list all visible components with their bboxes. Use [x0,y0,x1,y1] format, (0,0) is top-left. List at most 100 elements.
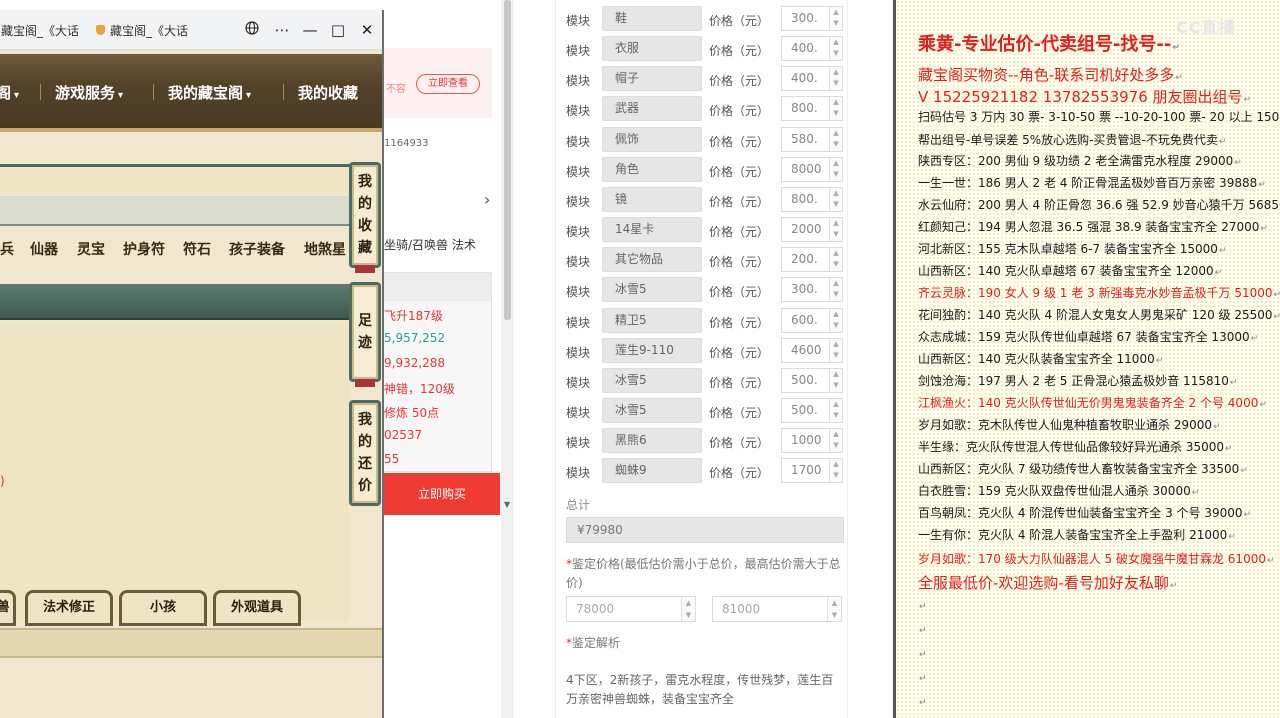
stepper-icon[interactable]: ▲ ▼ [829,97,842,121]
module-name-field: 冰雪5 [602,397,702,423]
paragraph-mark-icon: ↵ [1274,290,1280,300]
price-label: 价格（元） [709,315,770,330]
stepper-icon[interactable]: ▲ ▼ [829,187,842,211]
price-list-document[interactable]: CC直播 乘黄-专业估价-代卖组号-找号--↵ 藏宝阁买物资--角色-联系司机好处… [893,0,1280,718]
globe-icon[interactable] [242,20,262,40]
tab-close-icon[interactable]: ✕ [85,23,86,38]
vertical-scrollbar[interactable]: ▼ [501,0,514,718]
stepper-icon[interactable]: ▲ ▼ [829,7,842,30]
module-name-field: 精卫5 [602,307,702,333]
buy-now-button[interactable]: 立即购买 [384,473,500,515]
card-line: 神错，120级 [384,382,455,396]
price-input[interactable]: 500. ▲ ▼ [781,397,843,423]
view-now-button[interactable]: 立即查看 [416,74,480,94]
close-button[interactable]: ✕ [357,20,377,40]
stepper-icon[interactable]: ▲ ▼ [829,218,842,242]
maximize-button[interactable]: □ [328,20,348,40]
price-input[interactable]: 800. ▲ ▼ [781,96,843,122]
nav-item-game-service[interactable]: 游戏服务 ▾ [55,82,123,103]
scroll-down-icon[interactable]: ▼ [504,500,510,509]
scrollbar-thumb[interactable] [504,0,511,320]
side-tab-my-offers[interactable]: 我的还价 [349,400,381,506]
category-item[interactable]: 符石 [183,239,211,259]
nav-item-favorites[interactable]: 我的收藏 [298,82,358,103]
price-label: 价格（元） [709,255,770,270]
module-row: 模块 蜘蛛9 价格（元） 1700 ▲ ▼ [556,456,847,486]
paragraph-mark-icon: ↵ [919,698,927,708]
category-item[interactable]: 灵宝 [77,239,105,259]
tab-appearance[interactable]: 外观道具 [213,590,301,626]
price-input[interactable]: 200. ▲ ▼ [781,247,843,273]
analysis-text[interactable]: 4下区，2新孩子，雷克水程度，传世残梦，莲生百万亲密神兽蜘蛛，装备宝宝齐全 [566,671,844,709]
doc-line: ↵ [918,670,927,684]
price-input[interactable]: 500. ▲ ▼ [781,367,843,393]
price-input[interactable]: 1700 ▲ ▼ [781,458,843,484]
module-name-field: 黑熊6 [602,428,702,454]
card-line: 修炼 50点 [384,406,440,420]
price-input[interactable]: 1000 ▲ ▼ [781,428,843,454]
stepper-icon[interactable]: ▲ ▼ [829,278,842,302]
more-menu-icon[interactable]: ⋯ [272,20,292,40]
game-search-strip[interactable] [0,196,350,226]
browser-tab[interactable]: 藏宝阁_《大话 [96,18,188,42]
doc-line: 花间独酌：140 克火队 4 阶混人女鬼女人男鬼采矿 120 级 25500↵ [918,306,1280,323]
stepper-icon[interactable]: ▲ ▼ [829,308,842,332]
paragraph-mark-icon: ↵ [1274,312,1280,322]
appraisal-form: 模块鞋价格（元） 300. ▲ ▼ 模块 衣服 价格（元） 400. ▲ ▼ 模块 帽子 价格（元） 40… [555,0,848,718]
category-item[interactable]: 兵 [0,239,14,259]
stepper-icon[interactable]: ▲ ▼ [829,37,842,61]
doc-line: 众志成城：159 克火队传世仙卓越塔 67 装备宝宝齐全 13000↵ [918,330,1259,344]
module-label: 模块 [566,194,591,209]
price-input[interactable]: 300. ▲ ▼ [781,277,843,303]
stepper-icon[interactable]: ▲ ▼ [829,459,842,483]
tab-spell-fix[interactable]: 法术修正 [25,590,113,626]
module-label: 模块 [566,74,591,89]
module-label: 模块 [566,436,591,451]
doc-line: 河北新区：155 克木队卓越塔 6-7 装备宝宝齐全 15000↵ [918,242,1227,256]
doc-line: 半生缘：克火队传世混人传世仙品像较好异光通杀 35000↵ [918,440,1233,454]
price-label: 价格（元） [709,134,770,149]
price-input[interactable]: 8000 ▲ ▼ [781,156,843,182]
nav-item-market[interactable]: 阁▾ [0,82,19,103]
category-item[interactable]: 孩子装备 [229,239,285,259]
tab-beast[interactable]: 兽 [0,590,16,626]
price-input[interactable]: 2000 ▲ ▼ [781,217,843,243]
price-label: 价格（元） [709,345,770,360]
max-price-input[interactable]: 81000 ▲ ▼ [712,596,842,622]
category-item[interactable]: 护身符 [123,239,165,259]
price-input[interactable]: 300. ▲ ▼ [781,6,843,31]
doc-line: ↵ [918,598,927,612]
nav-item-my-cbg[interactable]: 我的藏宝阁 ▾ [168,82,251,103]
minimize-button[interactable]: — [300,20,320,40]
price-input[interactable]: 580. ▲ ▼ [781,126,843,152]
module-name-field: 角色 [602,156,702,182]
side-tab-history[interactable]: 足迹 [349,282,381,387]
stepper-icon[interactable]: ▲ ▼ [829,338,842,362]
category-item[interactable]: 仙器 [30,239,58,259]
module-row: 模块 冰雪5 价格（元） 300. ▲ ▼ [556,275,847,305]
module-row: 模块鞋价格（元） 300. ▲ ▼ [556,4,847,34]
tab-child[interactable]: 小孩 [119,590,207,626]
price-input[interactable]: 600. ▲ ▼ [781,307,843,333]
min-price-input[interactable]: 78000 ▲ ▼ [566,596,696,622]
browser-tab[interactable]: 藏宝阁_《大话 ✕ [0,18,86,42]
chevron-right-icon[interactable]: › [484,190,490,209]
module-name-field: 佩饰 [602,126,702,152]
price-input[interactable]: 4600 ▲ ▼ [781,337,843,363]
stepper-icon[interactable]: ▲ ▼ [829,368,842,392]
stepper-icon[interactable]: ▲ ▼ [829,429,842,453]
module-row: 模块 其它物品 价格（元） 200. ▲ ▼ [556,245,847,275]
stepper-icon[interactable]: ▲ ▼ [829,127,842,151]
stepper-icon[interactable]: ▲ ▼ [829,248,842,272]
stepper-icon[interactable]: ▲ ▼ [829,157,842,181]
price-input[interactable]: 800. ▲ ▼ [781,186,843,212]
doc-line: 陕西专区：200 男仙 9 级功绩 2 老全满雷克水程度 29000↵ [918,154,1242,168]
price-input[interactable]: 400. ▲ ▼ [781,66,843,92]
category-item[interactable]: 地煞星 [304,239,346,259]
module-row: 模块镜价格（元） 800. ▲ ▼ [556,185,847,215]
side-tab-favorites[interactable]: 我的收藏 [349,162,381,273]
stepper-icon[interactable]: ▲ ▼ [829,67,842,91]
stepper-icon[interactable]: ▲ ▼ [829,398,842,422]
mount-tab-row[interactable]: 坐骑/召唤兽 法术 [384,236,476,253]
price-input[interactable]: 400. ▲ ▼ [781,36,843,62]
